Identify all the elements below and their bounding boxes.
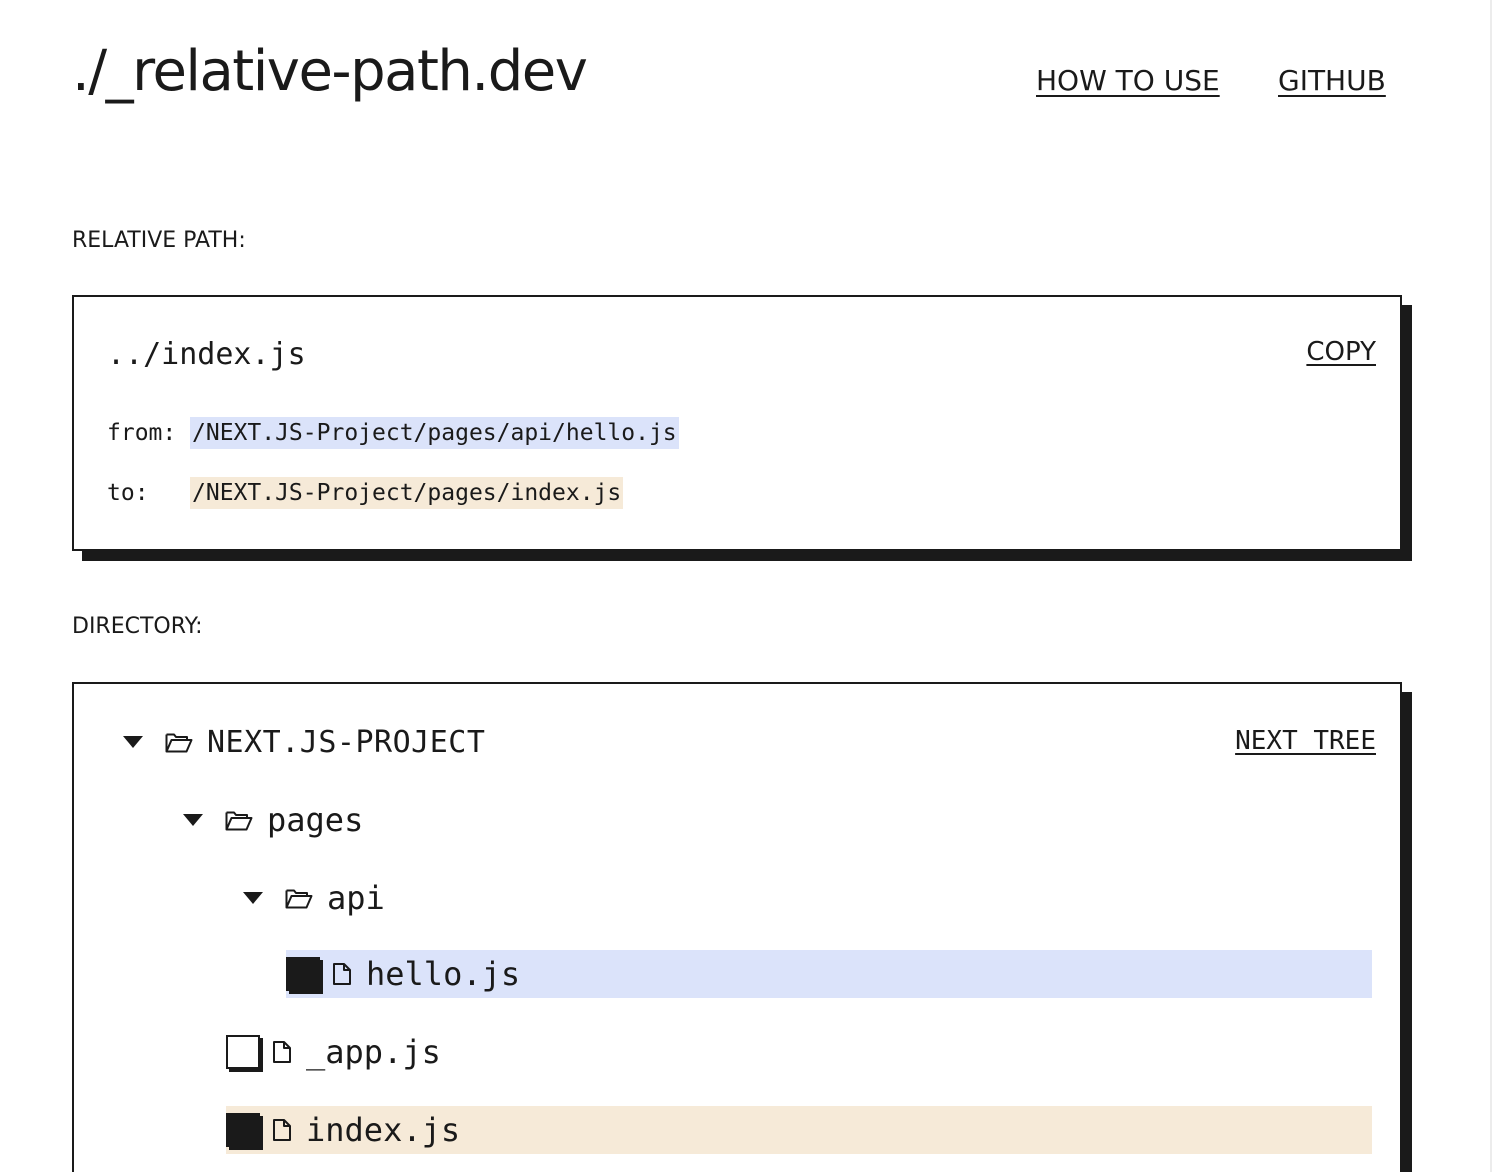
tree-row-index-js[interactable]: index.js (226, 1106, 1372, 1154)
nav-github-link[interactable]: GITHUB (1278, 64, 1386, 97)
tree-label: _app.js (306, 1033, 441, 1071)
file-checkbox[interactable] (286, 957, 320, 991)
relative-path-card: ../index.js COPY from: /NEXT.JS-Project/… (72, 295, 1402, 551)
directory-section-label: DIRECTORY: (72, 614, 203, 639)
tree-row-next-js-project[interactable]: NEXT.JS-PROJECT (123, 718, 485, 766)
relative-path-section-label: RELATIVE PATH: (72, 228, 246, 253)
next-tree-button[interactable]: NEXT TREE (1235, 726, 1376, 756)
directory-card: NEXT TREE NEXT.JS-PROJECT pages api hell… (72, 682, 1402, 1172)
tree-label: pages (267, 801, 364, 839)
file-checkbox[interactable] (226, 1035, 260, 1069)
file-icon (332, 962, 352, 986)
tree-label: index.js (306, 1111, 461, 1149)
file-icon (272, 1040, 292, 1064)
from-path: /NEXT.JS-Project/pages/api/hello.js (190, 417, 679, 449)
folder-open-icon (225, 809, 253, 831)
to-path: /NEXT.JS-Project/pages/index.js (190, 477, 624, 509)
tree-row-hello-js[interactable]: hello.js (286, 950, 1372, 998)
copy-button[interactable]: COPY (1306, 337, 1376, 367)
page: ./_relative-path.dev HOW TO USE GITHUB R… (0, 0, 1492, 1172)
caret-down-icon[interactable] (243, 892, 263, 904)
tree-row-app-js[interactable]: _app.js (226, 1028, 441, 1076)
file-icon (272, 1118, 292, 1142)
tree-label: api (327, 879, 385, 917)
caret-down-icon[interactable] (183, 814, 203, 826)
folder-open-icon (165, 731, 193, 753)
relative-path-result: ../index.js (107, 337, 306, 372)
to-label: to: (107, 480, 149, 506)
tree-row-api[interactable]: api (243, 874, 385, 922)
nav-how-to-use-link[interactable]: HOW TO USE (1036, 64, 1220, 97)
folder-open-icon (285, 887, 313, 909)
tree-label: hello.js (366, 955, 521, 993)
file-checkbox[interactable] (226, 1113, 260, 1147)
tree-label: NEXT.JS-PROJECT (207, 724, 486, 760)
site-title: ./_relative-path.dev (72, 39, 588, 104)
from-label: from: (107, 420, 177, 446)
tree-row-pages[interactable]: pages (183, 796, 363, 844)
caret-down-icon[interactable] (123, 736, 143, 748)
